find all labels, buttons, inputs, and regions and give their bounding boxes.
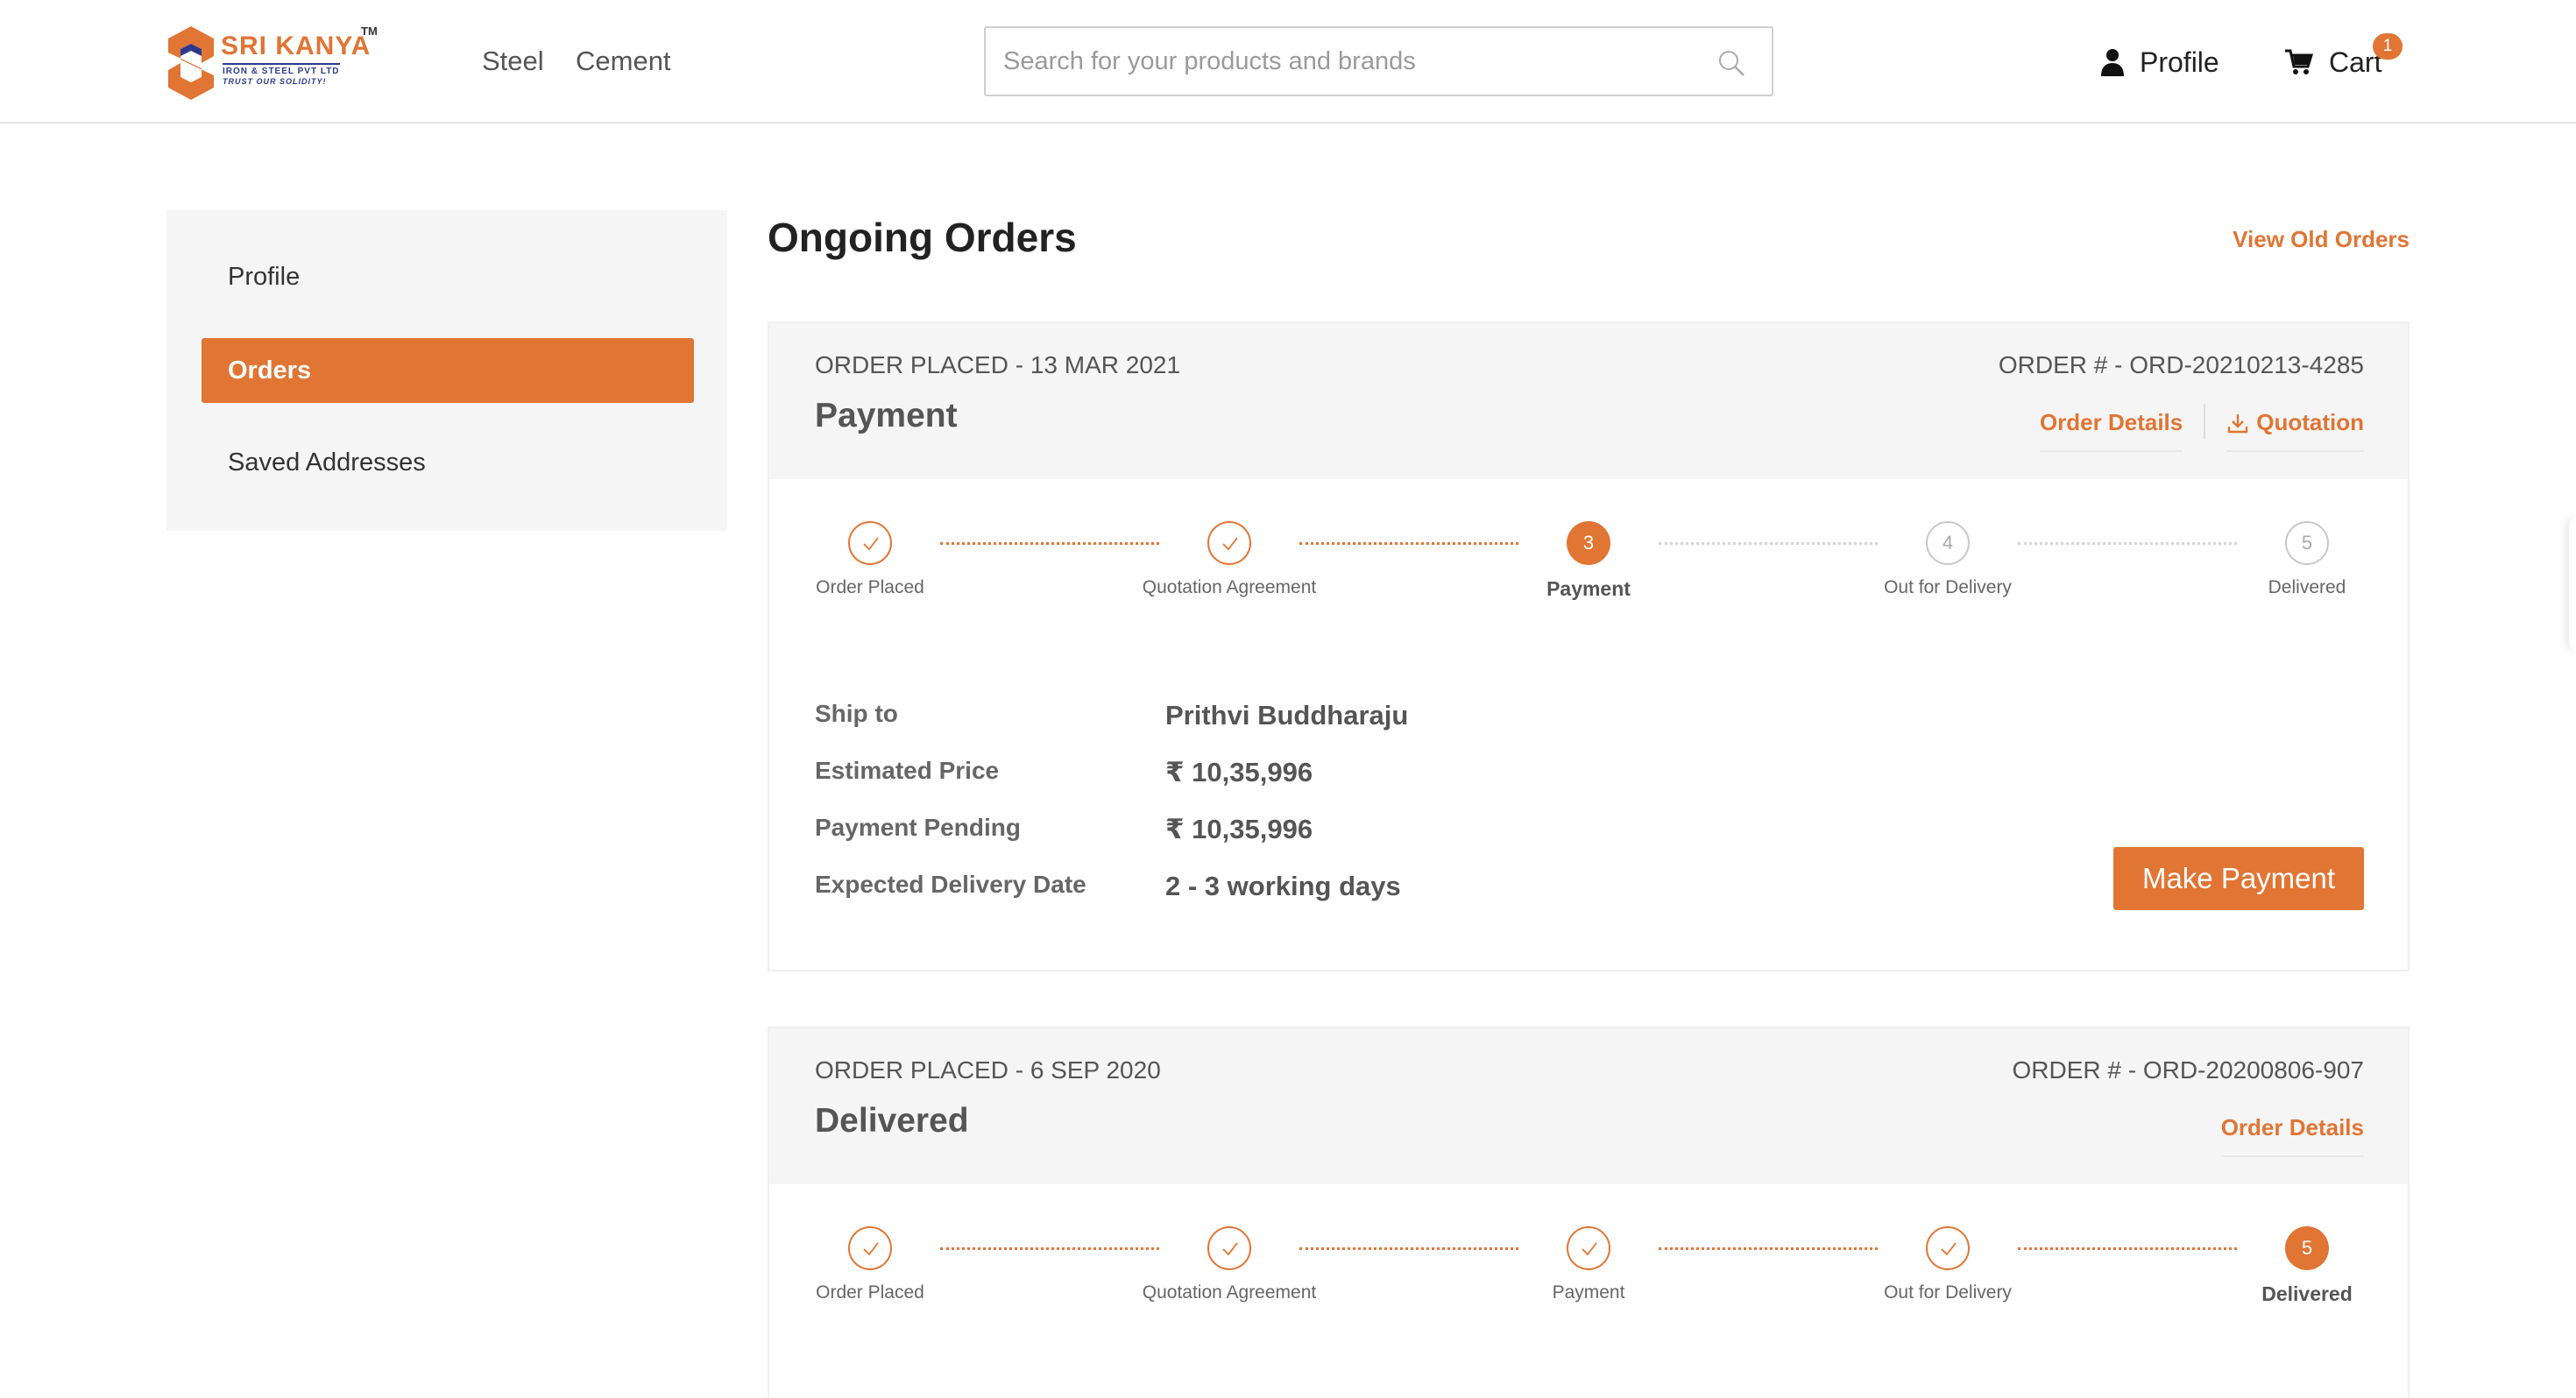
detail-value: Prithvi Buddharaju	[1165, 700, 1409, 731]
step-label: Order Placed	[816, 1282, 924, 1303]
quotation-label: Quotation	[2256, 409, 2364, 435]
step-label: Order Placed	[816, 577, 924, 597]
make-payment-button[interactable]: Make Payment	[2113, 847, 2364, 910]
progress-step: 5 Delivered	[2202, 1226, 2412, 1306]
sri-kanya-logo[interactable]: SRI KANYA TM IRON & STEEL PVT LTD TRUST …	[166, 25, 378, 102]
order-progress-tracker: Order Placed Quotation Agreement 3 Payment 4…	[769, 479, 2408, 654]
check-icon	[1926, 1226, 1970, 1270]
detail-value: ₹ 10,35,996	[1165, 757, 1313, 787]
check-icon	[848, 1226, 892, 1270]
check-icon	[1567, 1226, 1610, 1270]
progress-step: Payment	[1483, 1226, 1694, 1303]
order-card-header: ORDER PLACED - 13 MAR 2021 Payment ORDER…	[769, 323, 2408, 479]
step-number: 3	[1567, 521, 1610, 565]
step-label: Out for Delivery	[1884, 1282, 2012, 1303]
check-icon	[1207, 1226, 1251, 1270]
top-header: SRI KANYA TM IRON & STEEL PVT LTD TRUST …	[0, 0, 2576, 124]
order-status-title: Delivered	[815, 1102, 969, 1140]
order-number: ORDER # - ORD-20200806-907	[2012, 1056, 2364, 1084]
search-box	[984, 26, 1773, 96]
page-title: Ongoing Orders	[768, 215, 1077, 260]
order-card: ORDER PLACED - 6 SEP 2020 Delivered ORDE…	[768, 1027, 2410, 1398]
account-sidebar: Profile Orders Saved Addresses	[166, 210, 727, 531]
check-icon	[848, 521, 892, 565]
search-input[interactable]	[1003, 42, 1687, 81]
logo-mark-icon	[168, 26, 214, 100]
progress-step: 5 Delivered	[2202, 521, 2412, 598]
view-old-orders-link[interactable]: View Old Orders	[2173, 226, 2410, 253]
step-label: Payment	[1552, 1282, 1625, 1303]
logo-trademark: TM	[361, 25, 378, 38]
order-card-header: ORDER PLACED - 6 SEP 2020 Delivered ORDE…	[769, 1028, 2408, 1184]
step-number: 5	[2285, 521, 2329, 565]
step-label: Payment	[1546, 577, 1631, 600]
step-label: Out for Delivery	[1884, 577, 2012, 597]
order-actions: Order Details Quotation	[2039, 404, 2364, 452]
detail-label: Estimated Price	[815, 757, 1000, 784]
progress-step: Quotation Agreement	[1124, 521, 1334, 598]
logo-tagline: TRUST OUR SOLIDITY!	[223, 77, 327, 86]
sidebar-item-saved-addresses[interactable]: Saved Addresses	[228, 448, 426, 477]
order-progress-tracker: Order Placed Quotation Agreement Payment Ou…	[769, 1184, 2408, 1359]
sidebar-item-profile[interactable]: Profile	[228, 263, 300, 292]
search-icon[interactable]	[1717, 49, 1745, 77]
scrollbar-hint[interactable]	[2569, 519, 2576, 650]
cart-count-badge: 1	[2373, 33, 2403, 60]
quotation-download-link[interactable]: Quotation	[2226, 409, 2364, 452]
step-label: Quotation Agreement	[1142, 577, 1317, 597]
step-label: Delivered	[2261, 1282, 2353, 1305]
order-placed-date: ORDER PLACED - 6 SEP 2020	[815, 1056, 1161, 1084]
logo-brand-text: SRI KANYA	[221, 32, 372, 60]
detail-value: 2 - 3 working days	[1165, 871, 1401, 901]
detail-value: ₹ 10,35,996	[1165, 814, 1313, 844]
check-icon	[1207, 521, 1251, 565]
step-number: 5	[2285, 1226, 2329, 1270]
step-number: 4	[1926, 521, 1970, 565]
order-details-link[interactable]: Order Details	[2220, 1114, 2364, 1157]
order-actions: Order Details	[2220, 1114, 2364, 1157]
progress-step: 3 Payment	[1483, 521, 1694, 601]
order-details-link[interactable]: Order Details	[2039, 409, 2183, 452]
download-icon	[2228, 413, 2248, 433]
header-profile-label: Profile	[2140, 46, 2219, 78]
actions-divider	[2204, 404, 2206, 439]
cart-icon	[2285, 49, 2313, 74]
progress-step: Order Placed	[765, 1226, 975, 1303]
nav-steel-link[interactable]: Steel	[482, 46, 544, 77]
progress-step: Quotation Agreement	[1124, 1226, 1334, 1303]
detail-label: Ship to	[815, 700, 898, 727]
header-profile-link[interactable]: Profile	[2098, 42, 2219, 82]
step-label: Delivered	[2268, 577, 2346, 597]
order-number: ORDER # - ORD-20210213-4285	[1998, 351, 2364, 378]
sidebar-item-orders[interactable]: Orders	[202, 338, 694, 403]
user-icon	[2101, 49, 2124, 76]
nav-cement-link[interactable]: Cement	[576, 46, 671, 77]
detail-label: Payment Pending	[815, 814, 1021, 841]
order-card: ORDER PLACED - 13 MAR 2021 Payment ORDER…	[768, 321, 2410, 971]
step-label: Quotation Agreement	[1142, 1282, 1317, 1303]
progress-step: Order Placed	[765, 521, 975, 598]
order-status-title: Payment	[815, 397, 958, 434]
progress-step: Out for Delivery	[1843, 1226, 2053, 1303]
logo-subtitle: IRON & STEEL PVT LTD	[223, 63, 340, 76]
header-cart-link[interactable]: Cart	[2283, 42, 2381, 82]
progress-step: 4 Out for Delivery	[1843, 521, 2053, 598]
order-placed-date: ORDER PLACED - 13 MAR 2021	[815, 351, 1181, 378]
detail-label: Expected Delivery Date	[815, 871, 1086, 898]
